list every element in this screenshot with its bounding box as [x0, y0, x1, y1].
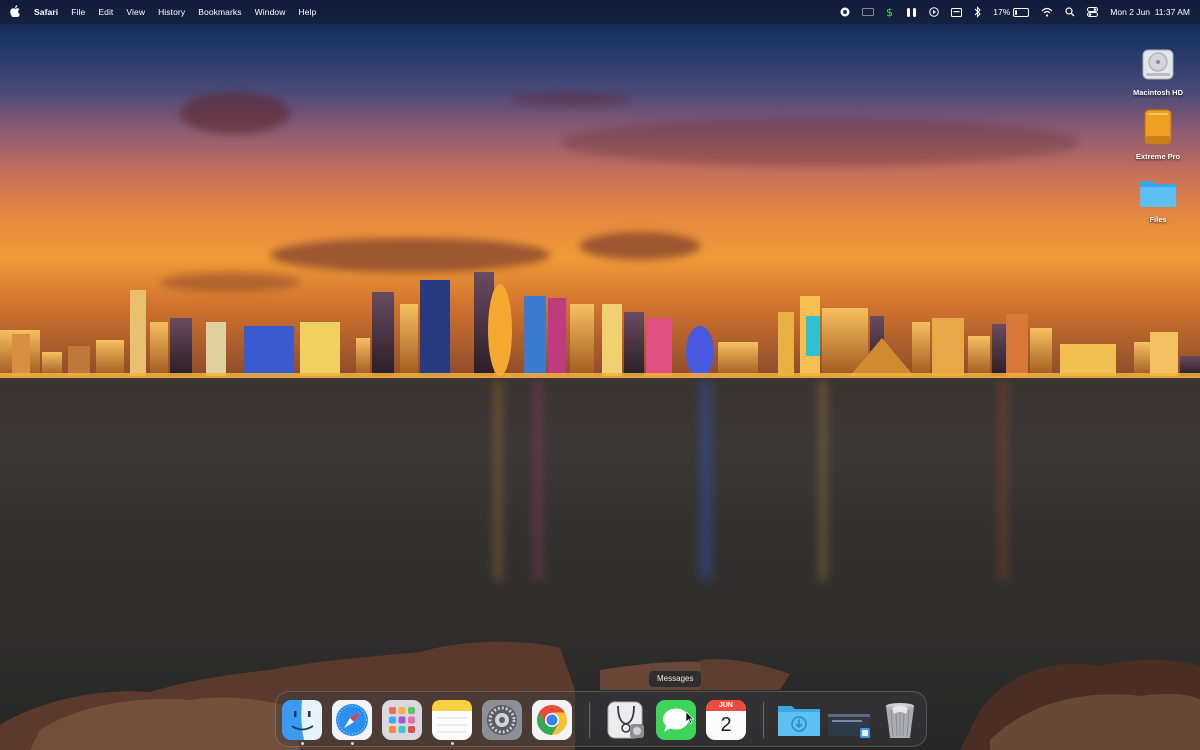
clock[interactable]: Mon 2 Jun 11:37 AM — [1110, 5, 1190, 19]
dock: JUN 2 — [275, 691, 927, 747]
wifi-icon[interactable] — [1041, 5, 1053, 19]
launchpad-icon — [382, 700, 422, 740]
light-reflection — [700, 380, 712, 580]
menu-history[interactable]: History — [158, 7, 185, 17]
menu-bar: Safari File Edit View History Bookmarks … — [0, 0, 1200, 24]
desktop-icon-label: Macintosh HD — [1132, 88, 1183, 97]
light-reflection — [820, 380, 826, 580]
menu-edit[interactable]: Edit — [98, 7, 113, 17]
spotlight-search-icon[interactable] — [1065, 5, 1075, 19]
keyboard-icon[interactable] — [951, 5, 963, 19]
menu-bar-left: Safari File Edit View History Bookmarks … — [0, 4, 329, 20]
safari-icon — [332, 700, 372, 740]
desktop-icon-macintosh-hd[interactable]: Macintosh HD — [1123, 46, 1193, 97]
trash-icon — [886, 703, 914, 738]
dock-item-calendar[interactable]: JUN 2 — [706, 700, 746, 740]
bluetooth-icon[interactable] — [974, 5, 981, 19]
stack-icon — [828, 714, 870, 738]
screen-mirror-icon[interactable] — [862, 5, 875, 19]
dock-item-stack[interactable] — [826, 700, 872, 740]
record-icon[interactable] — [840, 5, 850, 19]
light-reflection — [535, 380, 541, 580]
cloud — [580, 232, 700, 260]
battery-status[interactable]: 17% — [993, 7, 1030, 17]
desktop-icon-files[interactable]: Files — [1123, 175, 1193, 224]
calendar-day: 2 — [720, 714, 732, 736]
cloud — [510, 92, 630, 106]
dock-item-disk-utility[interactable] — [606, 700, 646, 740]
menu-help[interactable]: Help — [298, 7, 316, 17]
disk-utility-icon — [607, 701, 644, 739]
dock-item-downloads[interactable] — [776, 700, 822, 740]
hard-drive-icon — [1123, 46, 1193, 84]
dock-separator — [589, 702, 590, 738]
menu-bar-status: $ 17% Mon 2 Jun 11:37 AM — [828, 5, 1200, 19]
chrome-icon — [532, 700, 572, 740]
menu-bookmarks[interactable]: Bookmarks — [198, 7, 241, 17]
cloud — [180, 92, 290, 134]
city-skyline — [0, 272, 1200, 378]
cloud — [560, 118, 1080, 166]
folder-icon — [1123, 175, 1193, 211]
dock-item-launchpad[interactable] — [382, 700, 422, 740]
dock-item-finder[interactable] — [282, 700, 322, 745]
dock-item-chrome[interactable] — [532, 700, 572, 740]
dock-item-trash[interactable] — [880, 700, 920, 740]
apple-menu-icon[interactable] — [10, 4, 20, 20]
dock-item-notes[interactable] — [432, 700, 472, 745]
desktop-icon-extreme-pro[interactable]: Extreme Pro — [1123, 108, 1193, 161]
battery-icon — [1013, 7, 1030, 17]
app-name-menu[interactable]: Safari — [34, 7, 58, 17]
running-indicator — [301, 742, 304, 745]
dock-separator — [763, 702, 764, 738]
light-reflection — [495, 380, 501, 580]
airpods-icon[interactable] — [906, 5, 917, 19]
svg-text:$: $ — [886, 6, 893, 18]
battery-level — [1015, 9, 1018, 15]
calendar-month: JUN — [706, 700, 746, 711]
dock-item-system-settings[interactable] — [482, 700, 522, 740]
desktop-icon-label: Extreme Pro — [1135, 152, 1181, 161]
finder-icon — [282, 700, 322, 740]
mouse-cursor — [686, 712, 694, 724]
menu-window[interactable]: Window — [255, 7, 286, 17]
desktop-icon-label: Files — [1149, 215, 1167, 224]
dock-tooltip: Messages — [648, 670, 703, 688]
battery-percent: 17% — [993, 7, 1011, 17]
external-drive-icon — [1123, 108, 1193, 148]
control-center-icon[interactable] — [1087, 5, 1099, 19]
dollar-app-icon[interactable]: $ — [886, 5, 894, 19]
menu-view[interactable]: View — [126, 7, 145, 17]
settings-icon — [482, 700, 522, 740]
play-icon[interactable] — [929, 5, 940, 19]
running-indicator — [451, 742, 454, 745]
notes-icon — [432, 700, 472, 740]
running-indicator — [351, 742, 354, 745]
menu-file[interactable]: File — [71, 7, 85, 17]
desktop-wallpaper — [0, 0, 1200, 750]
light-reflection — [1000, 380, 1006, 580]
dock-item-safari[interactable] — [332, 700, 372, 745]
downloads-folder-icon — [778, 706, 820, 736]
